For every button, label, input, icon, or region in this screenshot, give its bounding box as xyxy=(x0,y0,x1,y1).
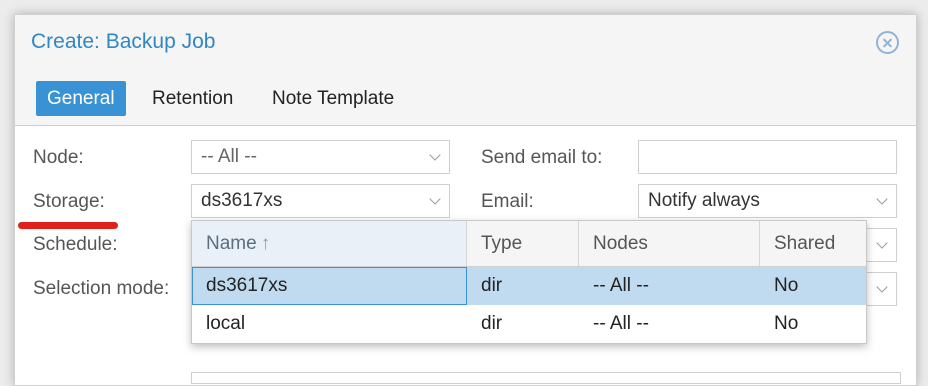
arrow-up-icon: ↑ xyxy=(260,233,271,254)
cell-shared: No xyxy=(774,313,799,334)
column-header-shared[interactable]: Shared xyxy=(760,221,866,266)
selection-mode-label: Selection mode: xyxy=(33,278,170,299)
email-notify-value: Notify always xyxy=(648,190,760,211)
chevron-down-icon[interactable] xyxy=(431,151,440,160)
red-annotation-underline xyxy=(18,222,118,229)
storage-dropdown: Name ↑ Type Nodes Shared ds3617xs dir -- … xyxy=(191,220,867,344)
storage-label: Storage: xyxy=(33,191,105,212)
tab-general[interactable]: General xyxy=(36,81,126,116)
cell-shared: No xyxy=(774,275,799,296)
cell-name: ds3617xs xyxy=(192,267,467,305)
dropdown-header: Name ↑ Type Nodes Shared xyxy=(192,221,866,267)
schedule-label: Schedule: xyxy=(33,234,118,255)
dropdown-row-ds3617xs[interactable]: ds3617xs dir -- All -- No xyxy=(192,267,866,305)
cell-name: local xyxy=(206,313,246,334)
column-header-type[interactable]: Type xyxy=(467,221,579,266)
cell-nodes: -- All -- xyxy=(593,313,649,334)
dropdown-row-local[interactable]: local dir -- All -- No xyxy=(192,305,866,343)
email-label: Email: xyxy=(481,191,534,212)
column-header-name[interactable]: Name ↑ xyxy=(192,221,467,266)
send-email-label: Send email to: xyxy=(481,147,603,168)
node-select[interactable]: -- All -- xyxy=(191,140,450,174)
bottom-field[interactable] xyxy=(191,372,901,384)
chevron-down-icon[interactable] xyxy=(878,195,887,204)
chevron-down-icon[interactable] xyxy=(878,239,887,248)
storage-select[interactable]: ds3617xs xyxy=(191,184,450,218)
send-email-input[interactable] xyxy=(638,140,897,174)
dialog-title: Create: Backup Job xyxy=(31,30,216,53)
chevron-down-icon[interactable] xyxy=(878,283,887,292)
dialog-header: Create: Backup Job General Retention Not… xyxy=(15,15,916,126)
storage-select-value: ds3617xs xyxy=(201,190,283,211)
cell-type: dir xyxy=(481,275,503,296)
close-icon[interactable] xyxy=(876,31,899,54)
cell-type: dir xyxy=(481,313,503,334)
email-notify-select[interactable]: Notify always xyxy=(638,184,897,218)
cell-nodes: -- All -- xyxy=(593,275,649,296)
node-label: Node: xyxy=(33,147,84,168)
column-header-name-label: Name xyxy=(206,233,257,254)
column-header-nodes[interactable]: Nodes xyxy=(579,221,760,266)
chevron-down-icon[interactable] xyxy=(431,195,440,204)
tab-note-template[interactable]: Note Template xyxy=(261,81,405,116)
tab-retention[interactable]: Retention xyxy=(141,81,244,116)
node-select-value: -- All -- xyxy=(201,146,257,167)
